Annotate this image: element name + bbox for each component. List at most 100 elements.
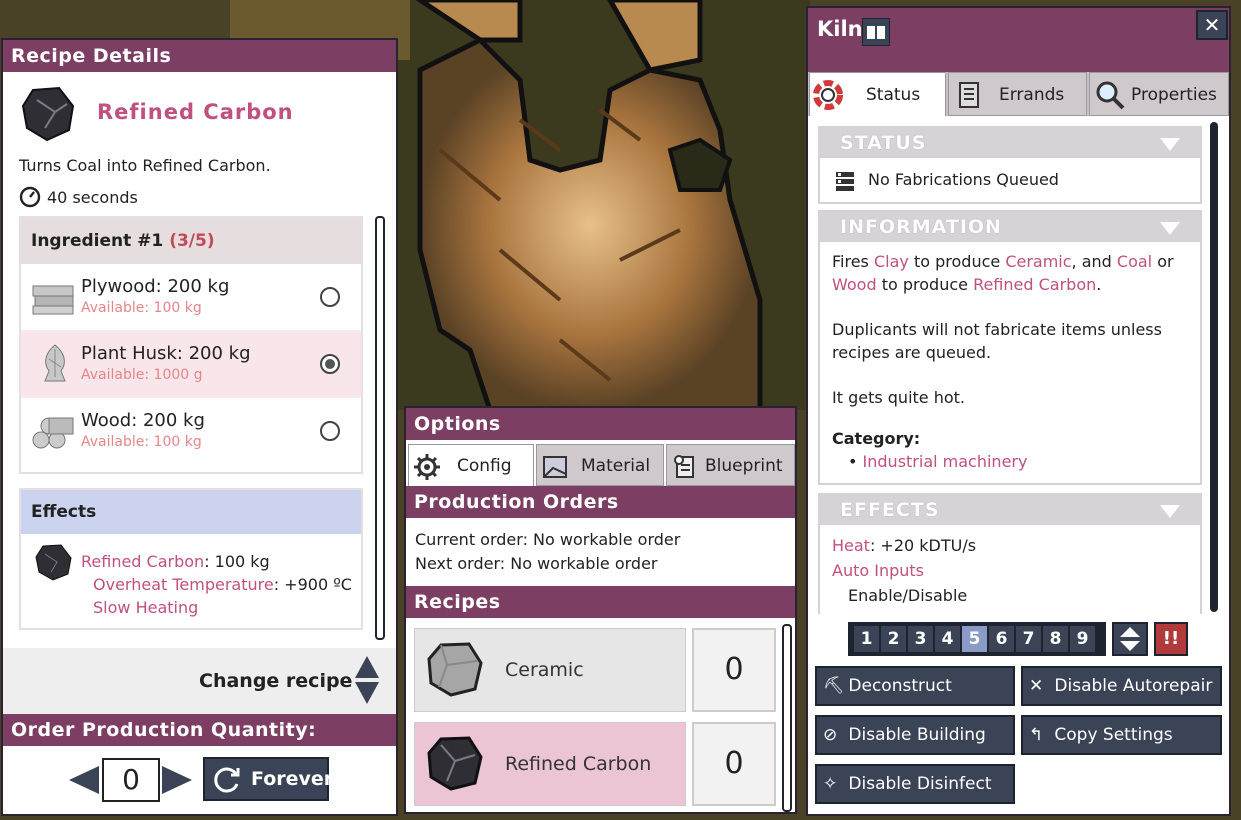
heat-line: Heat: +20 kDTU/s	[832, 533, 1188, 558]
tab-properties[interactable]: Properties	[1089, 72, 1229, 116]
ingredient-available: Available: 1000 g	[81, 367, 203, 383]
recipe-down-arrow-icon[interactable]	[355, 682, 379, 704]
info-link-refined-carbon[interactable]: Refined Carbon	[973, 275, 1096, 294]
ingredient-box: Ingredient #1 (3/5) Plywood: 200 kg Avai…	[19, 216, 363, 474]
category-label: Category:	[832, 429, 921, 448]
effects-title: Effects	[21, 490, 361, 534]
refined-carbon-icon	[19, 84, 77, 142]
recipe-details-scrollbar[interactable]	[375, 216, 385, 640]
tab-errands[interactable]: Errands	[948, 72, 1087, 116]
info-link-ceramic[interactable]: Ceramic	[1005, 252, 1071, 271]
collapse-triangle-icon	[1160, 505, 1180, 518]
priority-alert-button[interactable]: !!	[1154, 622, 1188, 656]
timer-icon	[19, 186, 41, 208]
status-section: STATUS No Fabrications Queued	[818, 126, 1202, 204]
info-link-wood[interactable]: Wood	[832, 275, 877, 294]
tools-icon: ✕	[1029, 676, 1044, 696]
priority-8-button[interactable]: 8	[1043, 626, 1068, 652]
kiln-title: Kiln	[817, 17, 863, 41]
copy-settings-button[interactable]: ↰ Copy Settings	[1021, 715, 1222, 755]
info-link-clay[interactable]: Clay	[874, 252, 909, 271]
ingredient-radio[interactable]	[320, 287, 340, 307]
information-header[interactable]: INFORMATION	[820, 212, 1200, 242]
information-header-label: INFORMATION	[840, 216, 1002, 238]
effects-header[interactable]: EFFECTS	[820, 495, 1200, 525]
effect-overheat-line: Overheat Temperature: +900 ºC	[93, 575, 352, 594]
tab-status[interactable]: Status	[809, 72, 946, 116]
quantity-decrease-icon[interactable]	[69, 766, 99, 794]
effects-body: Heat: +20 kDTU/s Auto Inputs Enable/Disa…	[820, 525, 1200, 614]
refresh-icon	[211, 764, 243, 800]
recipes-header: Recipes	[406, 586, 795, 618]
recipes-scrollbar[interactable]	[782, 624, 792, 812]
status-header[interactable]: STATUS	[820, 128, 1200, 158]
status-header-label: STATUS	[840, 132, 927, 154]
ingredient-radio-selected[interactable]	[320, 354, 340, 374]
priority-9-button[interactable]: 9	[1070, 626, 1095, 652]
ingredient-radio[interactable]	[320, 421, 340, 441]
close-button[interactable]: ✕	[1196, 10, 1228, 40]
ingredient-option-wood[interactable]: Wood: 200 kg Available: 100 kg	[21, 398, 361, 464]
tab-status-label: Status	[866, 85, 921, 105]
priority-1-button[interactable]: 1	[854, 626, 879, 652]
effect-overheat-value: : +900 ºC	[273, 575, 352, 594]
plywood-icon	[31, 280, 75, 320]
priority-5-button[interactable]: 5	[962, 626, 987, 652]
tab-errands-label: Errands	[999, 85, 1065, 105]
recipe-row-ceramic[interactable]: Ceramic	[414, 628, 686, 712]
refined-carbon-count: 0	[692, 722, 776, 806]
codex-book-icon[interactable]	[862, 18, 890, 46]
tab-properties-label: Properties	[1131, 85, 1217, 105]
effects-header-label: EFFECTS	[840, 499, 940, 521]
ingredient-name: Wood: 200 kg	[81, 410, 205, 431]
kiln-tab-bar: Status Errands Properties	[808, 72, 1229, 116]
kiln-panel: Kiln ✕ Status Errands Properties STATUS …	[808, 8, 1229, 814]
effect-product-line: Refined Carbon: 100 kg	[81, 552, 270, 571]
forever-button[interactable]: Forever	[203, 757, 333, 801]
priority-2-button[interactable]: 2	[881, 626, 906, 652]
priority-7-button[interactable]: 7	[1016, 626, 1041, 652]
priority-4-button[interactable]: 4	[935, 626, 960, 652]
tab-blueprint-label: Blueprint	[705, 456, 783, 476]
ingredient-available: Available: 100 kg	[81, 300, 202, 316]
copy-arrow-icon: ↰	[1029, 725, 1044, 745]
info-text: , and	[1071, 252, 1117, 271]
enable-disable-label: Enable/Disable	[848, 586, 968, 605]
tab-material[interactable]: Material	[536, 444, 664, 486]
lifebuoy-icon	[812, 79, 844, 128]
kiln-scrollbar[interactable]	[1210, 122, 1218, 612]
info-link-coal[interactable]: Coal	[1117, 252, 1152, 271]
up-down-icon	[1120, 627, 1140, 651]
effects-box: Effects Refined Carbon: 100 kg Overheat …	[19, 488, 363, 630]
refined-carbon-small-icon	[33, 542, 73, 586]
plant-husk-icon	[35, 341, 75, 389]
production-orders-header: Production Orders	[406, 486, 795, 518]
tab-config[interactable]: Config	[408, 444, 534, 486]
quantity-increase-icon[interactable]	[162, 766, 192, 794]
current-order: Current order: No workable order	[415, 530, 681, 549]
recipe-up-arrow-icon[interactable]	[355, 656, 379, 678]
disable-building-button[interactable]: ⊘ Disable Building	[815, 715, 1015, 755]
quantity-input[interactable]: 0	[102, 758, 160, 802]
category-item: • Industrial machinery	[848, 452, 1028, 471]
info-text: .	[1096, 275, 1102, 294]
disable-disinfect-button[interactable]: ✧ Disable Disinfect	[815, 764, 1015, 804]
deconstruct-button[interactable]: ⛏ Deconstruct	[815, 666, 1015, 706]
ingredient-option-plywood[interactable]: Plywood: 200 kg Available: 100 kg	[21, 264, 361, 331]
priority-6-button[interactable]: 6	[989, 626, 1014, 652]
priority-toggle-button[interactable]	[1112, 622, 1148, 656]
disable-autorepair-button[interactable]: ✕ Disable Autorepair	[1021, 666, 1222, 706]
information-section: INFORMATION Fires Clay to produce Cerami…	[818, 210, 1202, 485]
ingredient-available: Available: 100 kg	[81, 434, 202, 450]
heat-value: : +20 kDTU/s	[869, 536, 977, 555]
priority-3-button[interactable]: 3	[908, 626, 933, 652]
tab-config-label: Config	[457, 456, 512, 476]
forever-label: Forever	[251, 768, 334, 790]
tab-blueprint[interactable]: Blueprint	[666, 444, 795, 486]
errands-scroll-icon	[955, 80, 983, 127]
ingredient-option-plant-husk[interactable]: Plant Husk: 200 kg Available: 1000 g	[21, 331, 361, 398]
info-text: to produce	[876, 275, 974, 294]
recipe-row-refined-carbon[interactable]: Refined Carbon	[414, 722, 686, 806]
info-paragraph-1: Fires Clay to produce Ceramic, and Coal …	[832, 250, 1188, 296]
category-value[interactable]: Industrial machinery	[863, 452, 1028, 471]
